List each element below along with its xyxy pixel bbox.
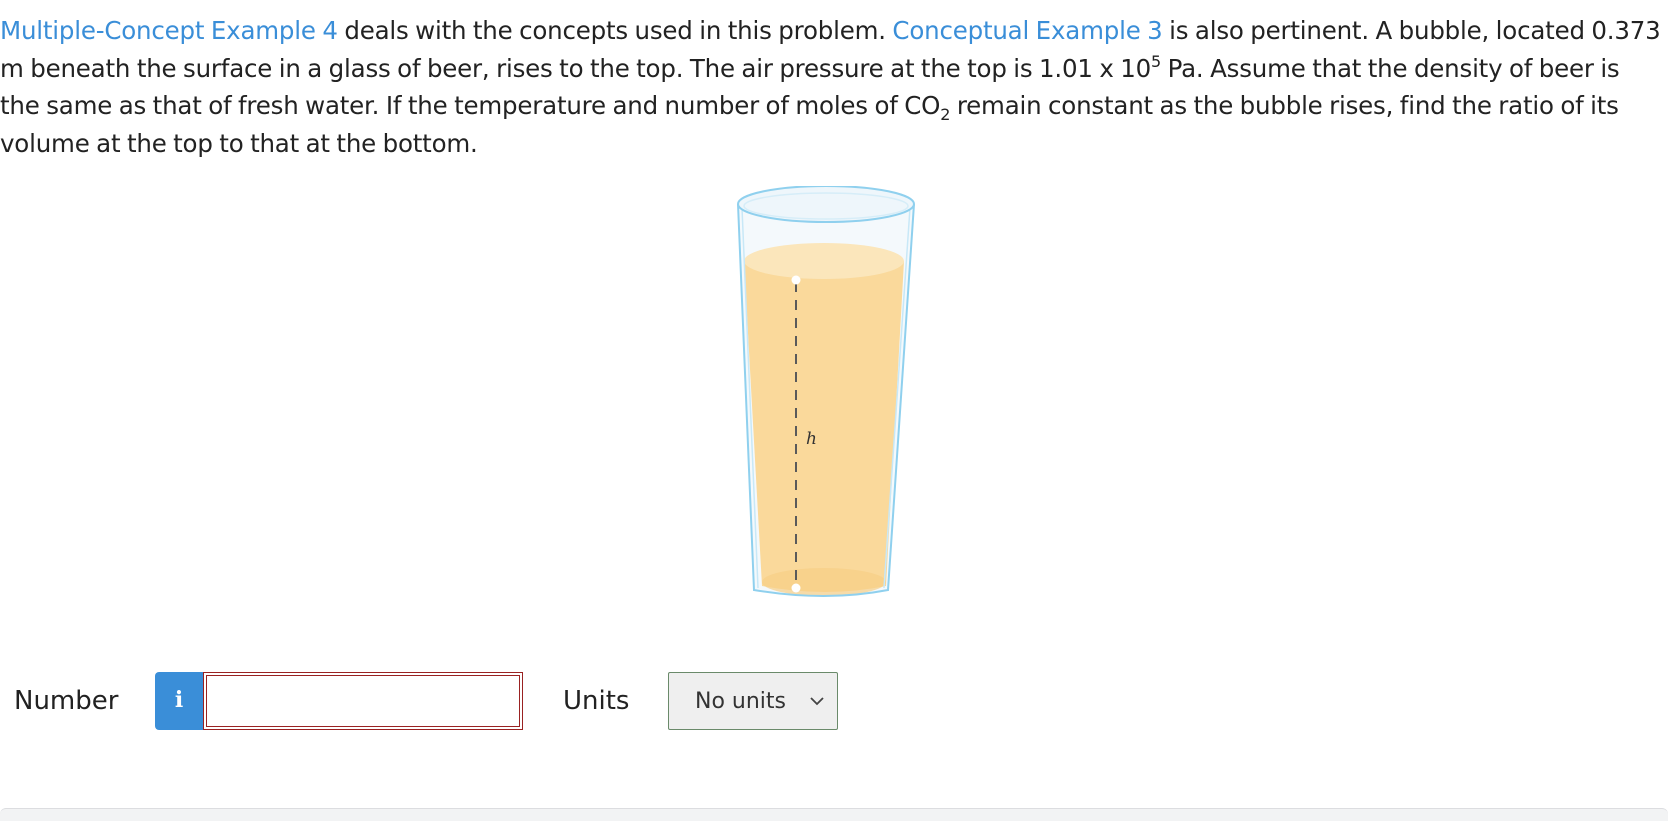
beer-surface [744, 243, 904, 279]
problem-statement: Multiple-Concept Example 4 deals with th… [0, 12, 1665, 162]
subscript: 2 [940, 105, 951, 124]
exponent: 5 [1151, 51, 1162, 71]
units-label: Units [563, 686, 630, 716]
glass-rim [737, 185, 915, 223]
beer-liquid [744, 261, 904, 592]
number-label: Number [14, 686, 119, 716]
answer-row: Number i Units No units [0, 672, 1668, 732]
height-label: h [806, 429, 817, 449]
chevron-down-icon [810, 697, 824, 706]
multiple-concept-example-link[interactable]: Multiple-Concept Example 4 [0, 16, 338, 45]
problem-text-1: deals with the concepts used in this pro… [337, 16, 893, 45]
units-selected-value: No units [695, 689, 786, 714]
info-icon: i [174, 687, 184, 713]
number-input[interactable] [206, 675, 520, 727]
number-input-frame [203, 672, 523, 730]
top-marker-dot [791, 275, 801, 285]
conceptual-example-link[interactable]: Conceptual Example 3 [892, 16, 1162, 45]
bottom-marker-dot [791, 583, 801, 593]
units-dropdown[interactable]: No units [668, 672, 838, 730]
beer-glass-figure: h [736, 185, 936, 636]
beer-glass-illustration: h [737, 185, 915, 597]
info-button[interactable]: i [155, 672, 203, 730]
bottom-panel [0, 808, 1668, 821]
